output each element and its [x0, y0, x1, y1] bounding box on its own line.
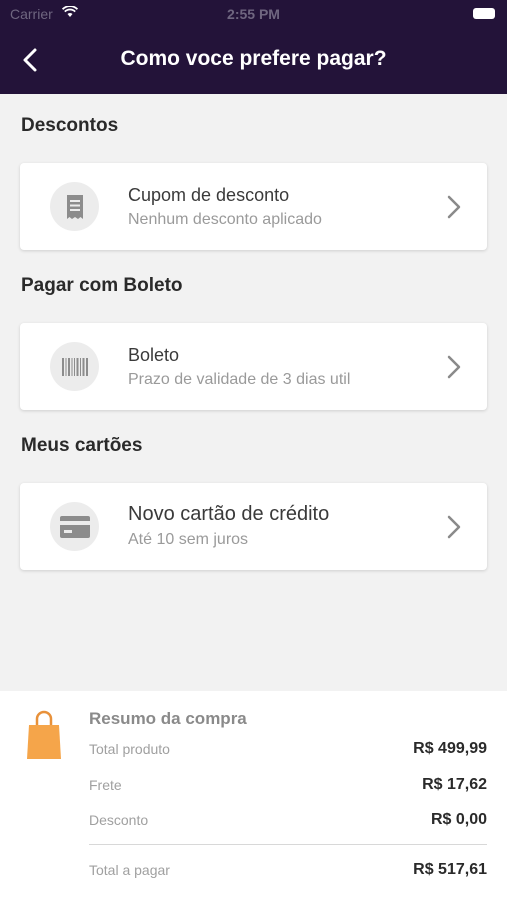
summary-row-value: R$ 499,99: [413, 740, 487, 757]
boleto-card-subtitle: Prazo de validade de 3 dias util: [128, 371, 351, 388]
chevron-right-icon: [447, 515, 461, 539]
total-value: R$ 517,61: [413, 861, 487, 878]
summary-divider: [89, 844, 487, 845]
boleto-card-title: Boleto: [128, 345, 180, 365]
summary-row-label: Desconto: [89, 812, 149, 828]
new-credit-card-subtitle: Até 10 sem juros: [128, 531, 249, 548]
summary-title: Resumo da compra: [89, 709, 247, 728]
chevron-right-icon: [447, 355, 461, 379]
section-title-discounts: Descontos: [21, 115, 119, 136]
barcode-icon: [50, 342, 99, 391]
credit-card-icon: [50, 502, 99, 551]
coupon-card-subtitle: Nenhum desconto aplicado: [128, 211, 322, 228]
receipt-icon: [50, 182, 99, 231]
navigation-header: Carrier 2:55 PM Como voce prefere pagar?: [0, 0, 507, 94]
summary-row-label: Total produto: [89, 741, 170, 757]
coupon-card[interactable]: Cupom de desconto Nenhum desconto aplica…: [20, 163, 487, 250]
shopping-bag-icon: [26, 709, 62, 766]
coupon-card-title: Cupom de desconto: [128, 185, 290, 205]
boleto-card[interactable]: Boleto Prazo de validade de 3 dias util: [20, 323, 487, 410]
battery-icon: [473, 8, 495, 19]
section-title-cards: Meus cartões: [21, 435, 143, 456]
new-credit-card-title: Novo cartão de crédito: [128, 503, 330, 525]
page-title: Como voce prefere pagar?: [120, 47, 387, 70]
status-bar: Carrier 2:55 PM: [0, 0, 507, 28]
status-time: 2:55 PM: [227, 6, 280, 22]
new-credit-card-card[interactable]: Novo cartão de crédito Até 10 sem juros: [20, 483, 487, 570]
section-title-boleto: Pagar com Boleto: [21, 275, 183, 296]
chevron-right-icon: [447, 195, 461, 219]
purchase-summary: Resumo da compra Total produto R$ 499,99…: [0, 691, 507, 900]
summary-row-label: Frete: [89, 777, 122, 793]
total-label: Total a pagar: [89, 862, 170, 878]
summary-row-value: R$ 0,00: [430, 811, 487, 828]
summary-row-value: R$ 17,62: [422, 776, 487, 793]
